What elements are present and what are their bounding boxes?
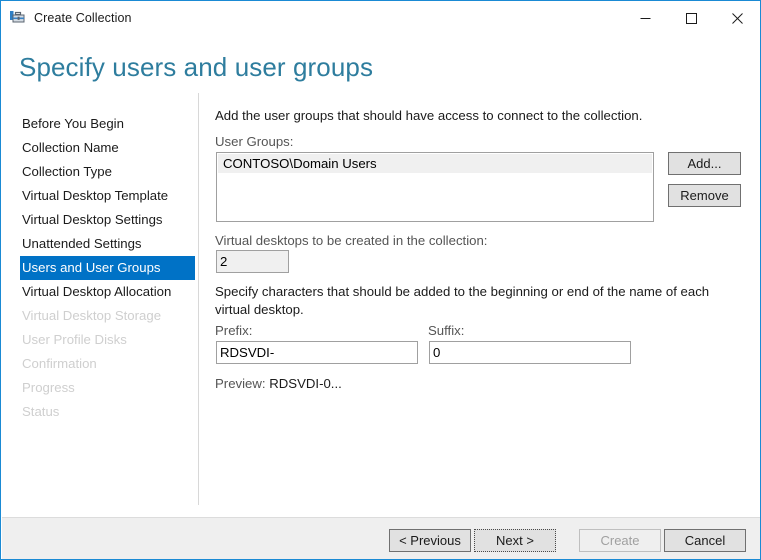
remove-button[interactable]: Remove [668,184,741,207]
sidebar-item-collection-name[interactable]: Collection Name [2,136,198,160]
desktop-count-input[interactable] [216,250,289,273]
user-groups-label: User Groups: [215,134,294,149]
sidebar-item-status: Status [22,404,60,419]
sidebar-item-users-and-user-groups[interactable]: Users and User Groups [20,256,195,280]
maximize-icon[interactable] [668,1,714,35]
page-header: Specify users and user groups [2,35,760,93]
user-groups-listbox[interactable]: CONTOSO\Domain Users [216,152,654,222]
page-title: Specify users and user groups [19,52,374,82]
sidebar-item-unattended-settings[interactable]: Unattended Settings [2,232,198,256]
prefix-input[interactable] [216,341,418,364]
create-collection-window: Create Collection Specify users and user… [0,0,761,560]
list-item[interactable]: CONTOSO\Domain Users [218,154,652,173]
add-button[interactable]: Add... [668,152,741,175]
sidebar-item-virtual-desktop-storage: Virtual Desktop Storage [22,308,162,323]
sidebar-item-virtual-desktop-settings[interactable]: Virtual Desktop Settings [2,208,198,232]
preview-line: Preview: RDSVDI-0... [215,376,342,391]
title-bar: Create Collection [1,1,760,35]
minimize-icon[interactable] [622,1,668,35]
intro-text: Add the user groups that should have acc… [215,108,643,123]
cancel-button[interactable]: Cancel [664,529,746,552]
naming-description: Specify characters that should be added … [215,284,710,317]
sidebar-item-virtual-desktop-allocation[interactable]: Virtual Desktop Allocation [2,280,198,304]
window-controls [622,1,760,35]
collection-toolbox-icon [10,10,26,26]
next-button[interactable]: Next > [474,529,556,552]
sidebar-item-progress: Progress [22,380,75,395]
sidebar-item-virtual-desktop-template[interactable]: Virtual Desktop Template [2,184,198,208]
sidebar-item-before-you-begin[interactable]: Before You Begin [2,112,198,136]
create-button: Create [579,529,661,552]
preview-value: RDSVDI-0... [269,376,342,391]
wizard-page-content: Add the user groups that should have acc… [199,93,760,517]
close-icon[interactable] [714,1,760,35]
prefix-label: Prefix: [215,323,253,338]
previous-button[interactable]: < Previous [389,529,471,552]
wizard-step-list: Before You Begin Collection Name Collectio… [2,112,198,424]
suffix-label: Suffix: [428,323,465,338]
sidebar-item-user-profile-disks: User Profile Disks [22,332,127,347]
sidebar-item-confirmation: Confirmation [22,356,97,371]
footer-bar: < Previous Next > Create Cancel [2,517,760,559]
wizard-body: Before You Begin Collection Name Collectio… [2,93,760,517]
sidebar-item-collection-type[interactable]: Collection Type [2,160,198,184]
window-title: Create Collection [34,11,132,25]
preview-label: Preview: [215,376,266,391]
suffix-input[interactable] [429,341,631,364]
desktop-count-label: Virtual desktops to be created in the co… [215,233,488,248]
